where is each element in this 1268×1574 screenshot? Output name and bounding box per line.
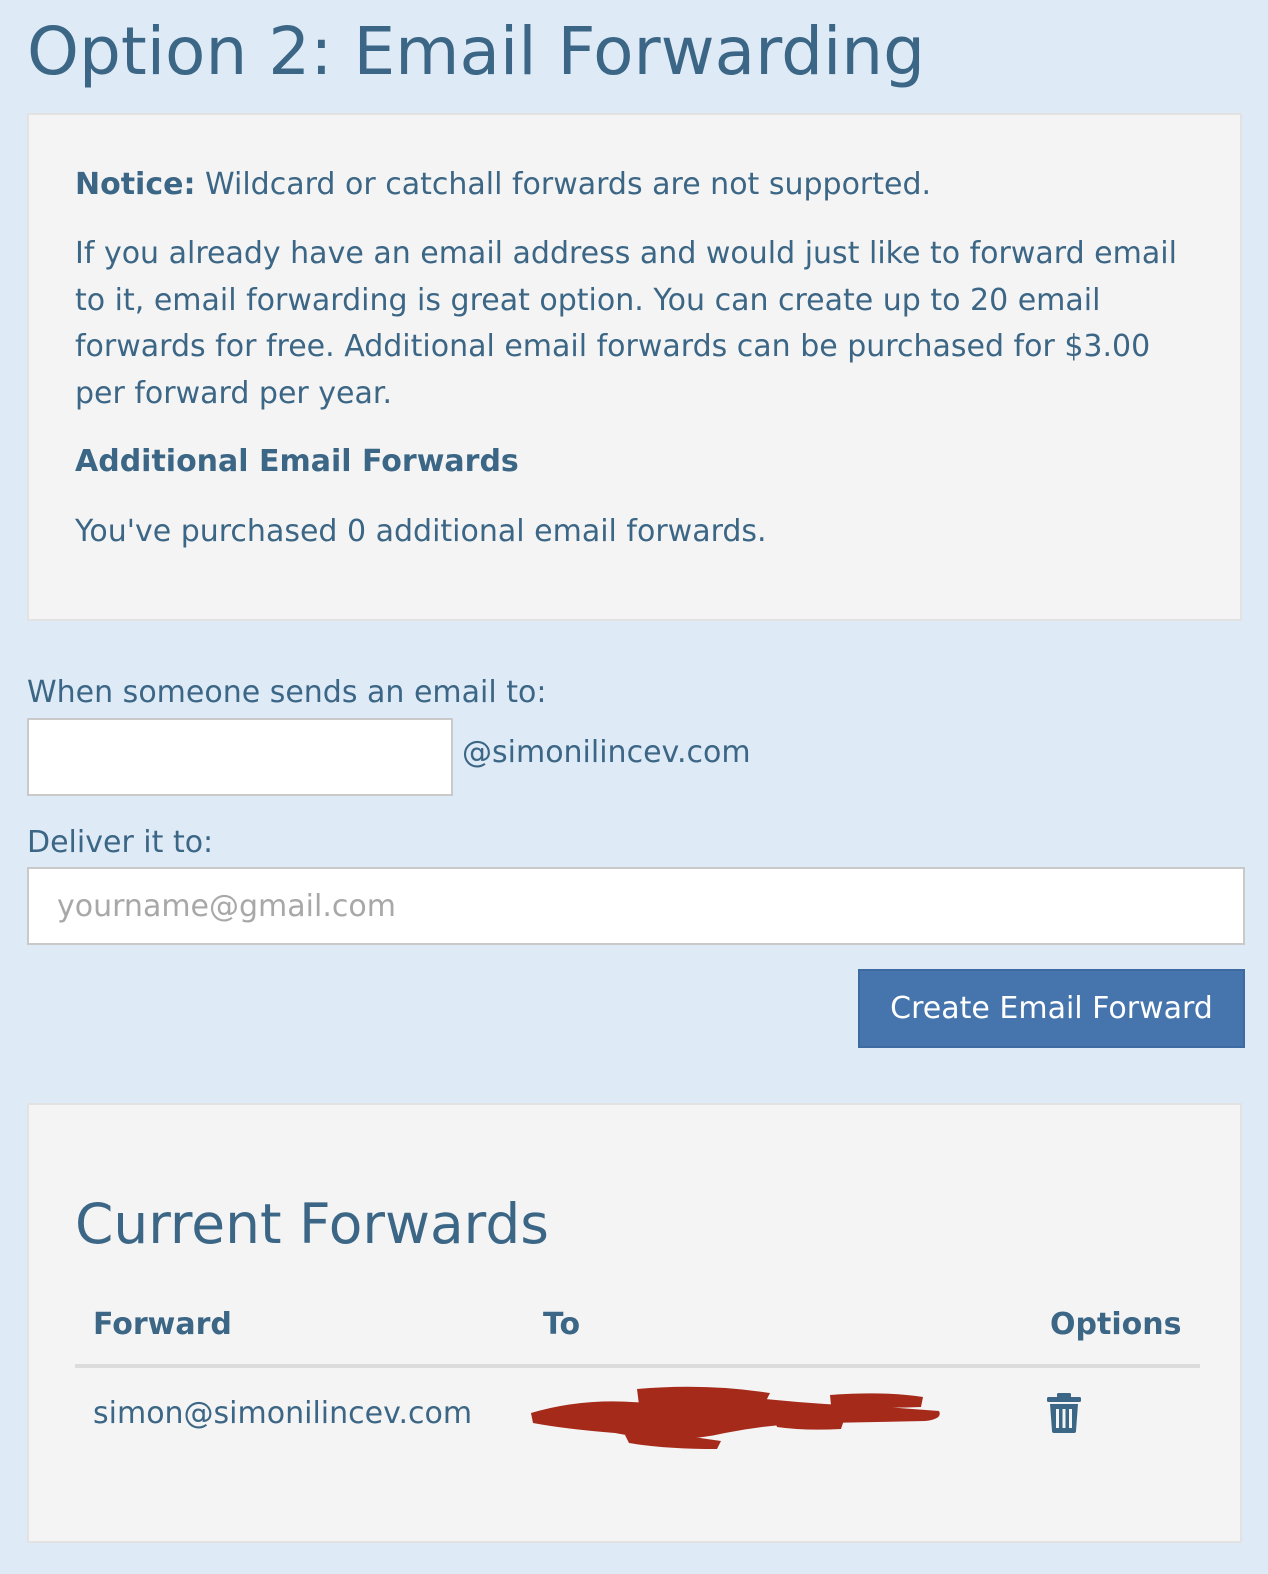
redacted-destination-email: [531, 1386, 940, 1449]
trash-icon[interactable]: [1046, 1393, 1082, 1433]
page-title: Option 2: Email Forwarding: [27, 13, 926, 90]
table-header-divider: [75, 1364, 1200, 1368]
deliver-to-label: Deliver it to:: [27, 825, 214, 860]
create-email-forward-button[interactable]: Create Email Forward: [858, 969, 1245, 1048]
source-address-label: When someone sends an email to:: [27, 675, 547, 710]
forwarding-intro-text: If you already have an email address and…: [75, 236, 1177, 411]
source-local-part-input[interactable]: [27, 718, 453, 796]
notice-label: Notice:: [75, 167, 196, 202]
forward-address-cell: simon@simonilincev.com: [93, 1396, 473, 1431]
current-forwards-panel: Current Forwards Forward To Options simo…: [27, 1103, 1242, 1543]
column-header-forward: Forward: [93, 1307, 232, 1342]
domain-suffix: @simonilincev.com: [462, 735, 751, 770]
additional-forwards-heading: Additional Email Forwards: [75, 444, 519, 479]
notice-message: Notice: Wildcard or catchall forwards ar…: [75, 165, 931, 205]
column-header-options: Options: [1050, 1307, 1182, 1342]
column-header-to: To: [543, 1307, 581, 1342]
notice-text: Wildcard or catchall forwards are not su…: [195, 167, 932, 202]
purchased-forwards-text: You've purchased 0 additional email forw…: [75, 514, 767, 549]
deliver-to-input[interactable]: [27, 867, 1245, 945]
notice-panel: Notice: Wildcard or catchall forwards ar…: [27, 113, 1242, 621]
current-forwards-title: Current Forwards: [75, 1192, 549, 1256]
